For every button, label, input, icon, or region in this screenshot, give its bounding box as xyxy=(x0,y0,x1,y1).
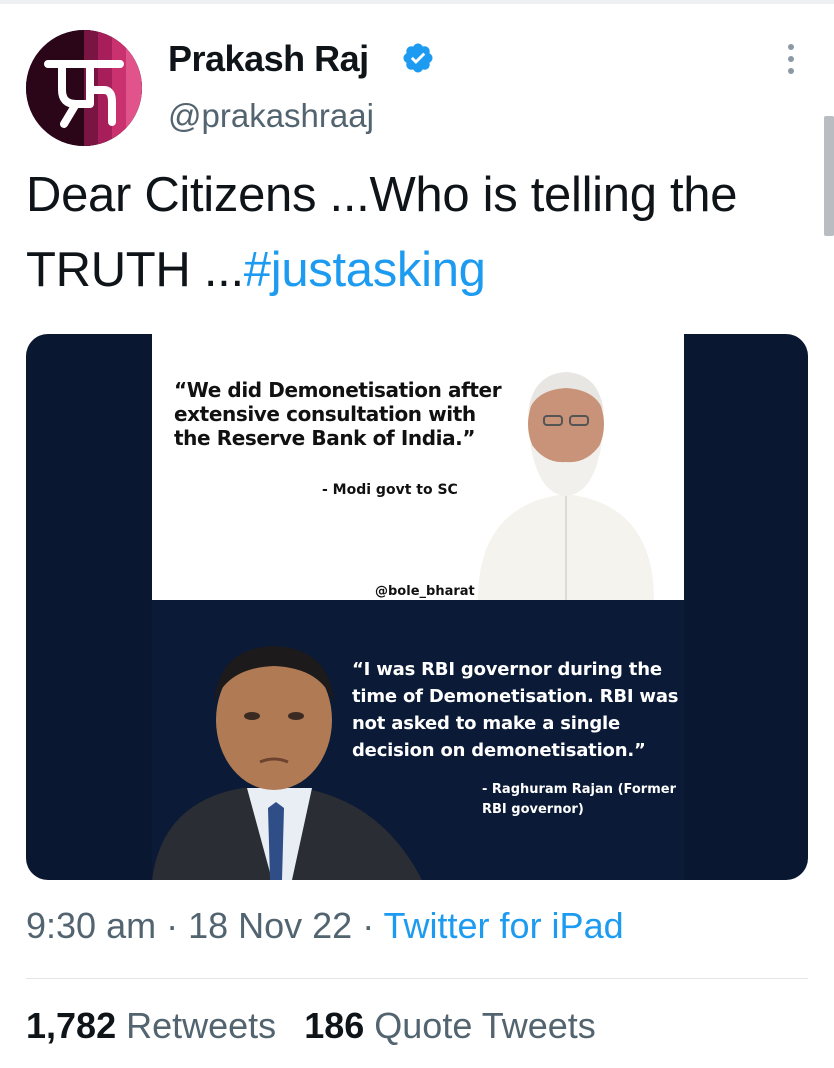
author-handle[interactable]: @prakashraaj xyxy=(168,97,374,135)
tweet-source-link[interactable]: Twitter for iPad xyxy=(384,905,624,946)
quote-tweets-count: 186 xyxy=(304,1005,365,1046)
image-credit: @bole_bharat xyxy=(372,584,478,599)
tweet-text: Dear Citizens ...Who is telling the TRUT… xyxy=(26,158,806,308)
retweets-stat[interactable]: 1,782 Retweets xyxy=(26,1005,276,1046)
divider xyxy=(26,978,808,979)
media-panel-bottom: “I was RBI governor during the time of D… xyxy=(152,600,684,880)
hashtag-link[interactable]: #justasking xyxy=(244,243,486,297)
tweet-media-image[interactable]: “We did Demonetisation after extensive c… xyxy=(26,334,808,880)
more-options-icon[interactable] xyxy=(780,44,802,84)
tweet-date[interactable]: 18 Nov 22 xyxy=(188,905,352,946)
top-divider xyxy=(0,0,834,4)
avatar-image xyxy=(26,30,142,146)
person-portrait-top xyxy=(478,372,654,600)
scrollbar[interactable] xyxy=(824,116,834,236)
media-panel-top: “We did Demonetisation after extensive c… xyxy=(152,334,684,600)
quote-tweets-stat[interactable]: 186 Quote Tweets xyxy=(304,1005,596,1046)
quote-bottom: “I was RBI governor during the time of D… xyxy=(352,659,679,761)
author-name[interactable]: Prakash Raj xyxy=(168,38,369,80)
tweet-stats: 1,782 Retweets 186 Quote Tweets xyxy=(26,1005,596,1047)
verified-badge-icon xyxy=(403,43,433,73)
tweet-meta: 9:30 am · 18 Nov 22 · Twitter for iPad xyxy=(26,905,624,947)
retweets-count: 1,782 xyxy=(26,1005,117,1046)
avatar[interactable] xyxy=(26,30,142,146)
attribution-bottom: - Raghuram Rajan (Former RBI governor) xyxy=(482,782,676,817)
meta-separator: · xyxy=(156,905,189,946)
quote-tweets-label: Quote Tweets xyxy=(374,1005,596,1046)
attribution-top: - Modi govt to SC xyxy=(322,482,458,498)
retweets-label: Retweets xyxy=(126,1005,277,1046)
tweet-time[interactable]: 9:30 am xyxy=(26,905,156,946)
meta-separator-2: · xyxy=(352,905,384,946)
